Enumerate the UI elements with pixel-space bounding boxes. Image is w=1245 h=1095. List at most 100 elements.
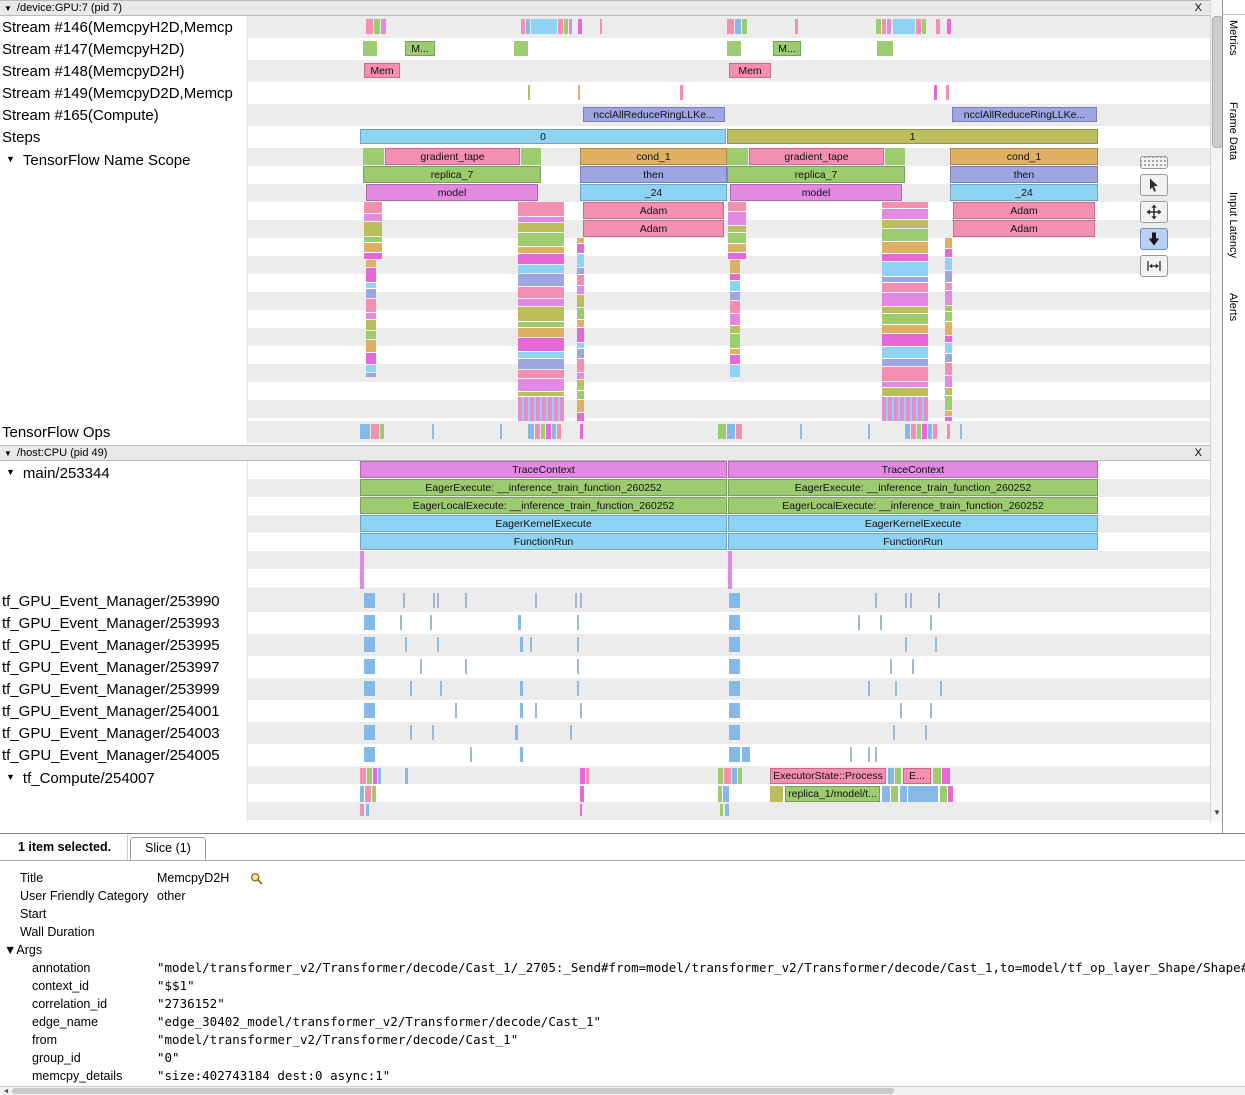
- trace-slice[interactable]: Adam: [583, 220, 724, 237]
- trace-slice[interactable]: [945, 396, 952, 410]
- trace-slice[interactable]: [521, 19, 525, 34]
- trace-slice[interactable]: [718, 768, 723, 784]
- trace-slice[interactable]: [364, 237, 382, 242]
- trace-slice[interactable]: [374, 19, 380, 34]
- trace-slice[interactable]: [728, 212, 746, 225]
- trace-slice[interactable]: EagerKernelExecute: [728, 515, 1098, 532]
- trace-slice[interactable]: [876, 19, 881, 34]
- trace-slice[interactable]: [742, 747, 750, 762]
- trace-slice[interactable]: model: [730, 184, 902, 201]
- trace-slice[interactable]: [364, 593, 375, 608]
- trace-slice[interactable]: [882, 314, 928, 324]
- trace-slice[interactable]: [577, 308, 584, 319]
- trace-slice[interactable]: [912, 659, 914, 674]
- trace-slice[interactable]: [366, 283, 376, 288]
- trace-slice[interactable]: [946, 85, 949, 100]
- trace-slice[interactable]: [437, 637, 439, 652]
- trace-slice[interactable]: replica_7: [727, 166, 905, 183]
- trace-slice[interactable]: replica_1/model/t...: [785, 786, 880, 802]
- trace-slice[interactable]: [729, 637, 740, 652]
- trace-slice[interactable]: [365, 786, 371, 802]
- trace-slice[interactable]: [882, 220, 928, 228]
- trace-slice[interactable]: [770, 786, 783, 802]
- trace-slice[interactable]: [728, 244, 746, 252]
- trace-slice[interactable]: [945, 312, 952, 321]
- trace-slice[interactable]: [729, 681, 740, 696]
- trace-slice[interactable]: [366, 340, 376, 352]
- trace-slice[interactable]: [360, 424, 370, 439]
- trace-slice[interactable]: [420, 659, 422, 674]
- trace-slice[interactable]: [728, 253, 746, 259]
- row-track[interactable]: ExecutorState::ProcessE...replica_1/mode…: [248, 766, 1210, 822]
- trace-slice[interactable]: [500, 424, 502, 439]
- trace-slice[interactable]: [882, 293, 928, 306]
- trace-slice[interactable]: [945, 258, 952, 270]
- trace-slice[interactable]: [945, 306, 952, 311]
- trace-slice[interactable]: [922, 424, 927, 439]
- trace-slice[interactable]: [432, 424, 434, 439]
- row-track[interactable]: [248, 612, 1210, 634]
- trace-slice[interactable]: ExecutorState::Process: [770, 768, 886, 784]
- trace-slice[interactable]: [518, 328, 564, 337]
- row-track[interactable]: [248, 421, 1210, 443]
- trace-slice[interactable]: [518, 322, 564, 327]
- trace-slice[interactable]: [518, 217, 564, 222]
- trace-slice[interactable]: [850, 747, 852, 762]
- trace-slice[interactable]: [518, 254, 564, 264]
- trace-slice[interactable]: [727, 424, 735, 439]
- trace-slice[interactable]: [577, 637, 579, 652]
- trace-slice[interactable]: [577, 268, 584, 274]
- trace-slice[interactable]: [718, 786, 722, 802]
- trace-slice[interactable]: TraceContext: [360, 461, 727, 478]
- trace-slice[interactable]: [738, 768, 742, 784]
- trace-slice[interactable]: [577, 659, 579, 674]
- scroll-left-arrow-icon[interactable]: ◄: [1, 1087, 11, 1095]
- trace-slice[interactable]: [410, 725, 412, 740]
- trace-slice[interactable]: [882, 359, 928, 366]
- trace-slice[interactable]: [882, 262, 928, 276]
- trace-slice[interactable]: ncclAllReduceRingLLKe...: [583, 107, 725, 122]
- trace-slice[interactable]: [945, 283, 952, 290]
- row-track[interactable]: [248, 82, 1210, 104]
- trace-slice[interactable]: [366, 353, 376, 364]
- trace-slice[interactable]: [526, 19, 530, 34]
- trace-slice[interactable]: [577, 380, 584, 390]
- trace-slice[interactable]: [917, 424, 921, 439]
- trace-slice[interactable]: [535, 424, 540, 439]
- row-track[interactable]: MemMem: [248, 60, 1210, 82]
- right-tab-alerts[interactable]: Alerts: [1227, 293, 1239, 321]
- trace-slice[interactable]: [400, 615, 402, 630]
- trace-slice[interactable]: [882, 367, 928, 381]
- trace-slice[interactable]: [364, 725, 375, 740]
- trace-slice[interactable]: [882, 347, 928, 358]
- trace-slice[interactable]: [680, 85, 683, 100]
- trace-slice[interactable]: [729, 615, 740, 630]
- trace-slice[interactable]: [945, 271, 952, 282]
- trace-slice[interactable]: [364, 615, 375, 630]
- trace-slice[interactable]: cond_1: [580, 148, 727, 165]
- trace-slice[interactable]: [518, 379, 564, 391]
- trace-slice[interactable]: [960, 424, 962, 439]
- trace-slice[interactable]: [518, 307, 564, 321]
- trace-slice[interactable]: [558, 19, 563, 34]
- trace-slice[interactable]: [729, 659, 740, 674]
- trace-slice[interactable]: [948, 786, 953, 802]
- trace-slice[interactable]: [868, 747, 870, 762]
- trace-slice[interactable]: [945, 336, 952, 342]
- trace-slice[interactable]: [945, 388, 952, 395]
- trace-slice[interactable]: [945, 376, 952, 387]
- trace-slice[interactable]: [882, 382, 928, 387]
- trace-slice[interactable]: [577, 275, 584, 285]
- trace-slice[interactable]: [882, 388, 928, 396]
- row-track[interactable]: [248, 722, 1210, 744]
- pan-tool-button[interactable]: [1140, 201, 1168, 223]
- row-track[interactable]: [248, 634, 1210, 656]
- trace-slice[interactable]: [882, 786, 890, 802]
- trace-slice[interactable]: [930, 615, 932, 630]
- trace-slice[interactable]: [882, 397, 928, 421]
- trace-slice[interactable]: [947, 424, 950, 439]
- trace-slice[interactable]: then: [580, 166, 727, 183]
- trace-slice[interactable]: [518, 615, 521, 630]
- trace-slice[interactable]: [570, 725, 572, 740]
- collapse-arrow-icon[interactable]: ▼: [4, 4, 12, 13]
